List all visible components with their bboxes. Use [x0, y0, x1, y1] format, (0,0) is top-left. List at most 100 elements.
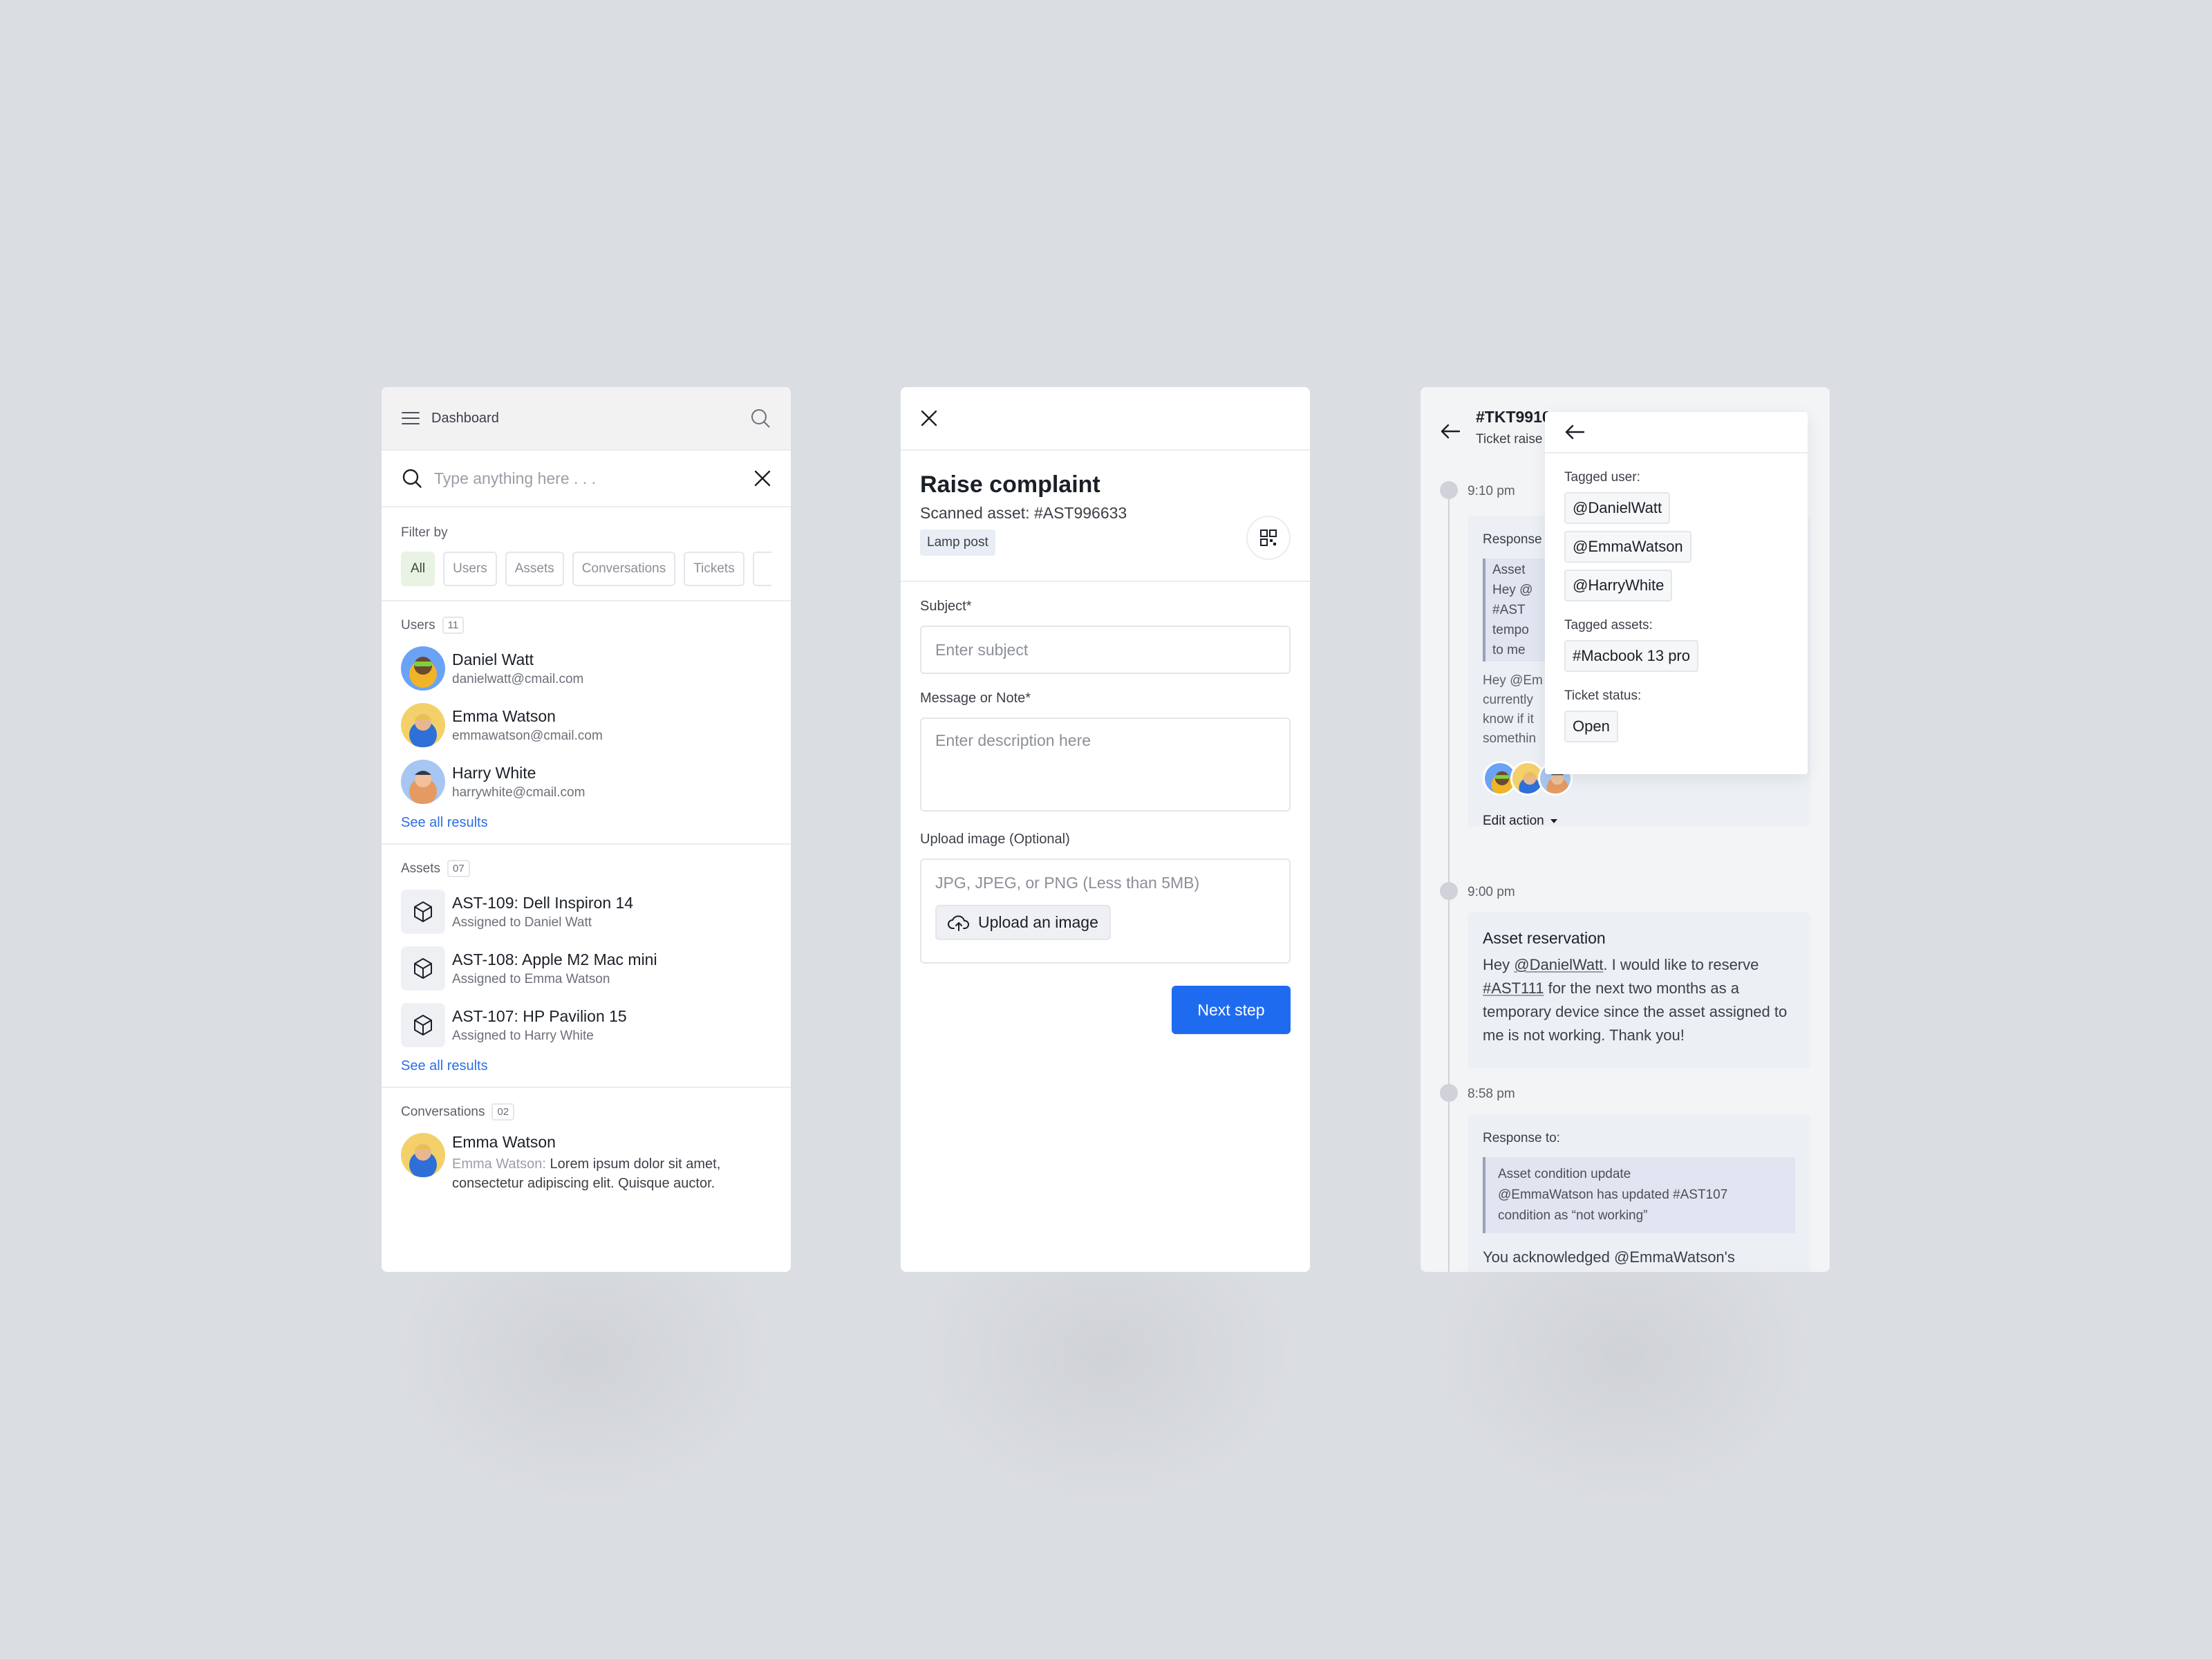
- menu-icon[interactable]: [401, 411, 420, 426]
- user-mention-link[interactable]: @DanielWatt: [1514, 956, 1603, 973]
- quote-line: Hey @: [1492, 583, 1533, 597]
- timeline-dot: [1440, 1084, 1458, 1102]
- quote-title: Asset condition update: [1498, 1167, 1631, 1181]
- timeline-dot: [1440, 481, 1458, 499]
- response-label: Response to:: [1483, 1131, 1560, 1145]
- search-input[interactable]: [434, 469, 753, 488]
- avatar: [401, 646, 445, 691]
- conversations-count-badge: 02: [491, 1103, 515, 1121]
- quote-line: tempo: [1492, 623, 1529, 637]
- event-card: Response to: Asset condition update @Emm…: [1468, 1114, 1810, 1272]
- upload-label: Upload image (Optional): [920, 832, 1070, 847]
- filter-chip-tickets[interactable]: Tickets: [684, 552, 744, 586]
- avatar: [401, 1133, 445, 1177]
- see-all-users-link[interactable]: See all results: [401, 815, 771, 831]
- see-all-assets-link[interactable]: See all results: [401, 1058, 771, 1074]
- filter-chip-conversations[interactable]: Conversations: [572, 552, 676, 586]
- conversation-sender: Emma Watson:: [452, 1156, 546, 1172]
- asset-name: AST-107: HP Pavilion 15: [452, 1006, 627, 1025]
- event-card: Asset reservation Hey @DanielWatt. I wou…: [1468, 912, 1810, 1069]
- asset-assignee: Assigned to Harry White: [452, 1028, 594, 1043]
- filter-chip-overflow[interactable]: [752, 552, 771, 586]
- conversation-preview: Emma Watson: Lorem ipsum dolor sit amet,…: [452, 1154, 771, 1193]
- asset-list-item[interactable]: AST-109: Dell Inspiron 14 Assigned to Da…: [401, 890, 771, 934]
- upload-button-label: Upload an image: [978, 913, 1098, 931]
- next-step-button[interactable]: Next step: [1172, 986, 1291, 1034]
- status-badge[interactable]: Open: [1564, 711, 1618, 742]
- quoted-message: Asset condition update @EmmaWatson has u…: [1483, 1157, 1795, 1233]
- ticket-panel: #TKT9910 Ticket raise 9:10 pm Response A…: [1421, 387, 1830, 1272]
- asset-mention-link[interactable]: #AST111: [1483, 980, 1544, 997]
- asset-assignee: Assigned to Daniel Watt: [452, 915, 592, 930]
- filter-chip-assets[interactable]: Assets: [505, 552, 564, 586]
- close-icon[interactable]: [753, 469, 771, 487]
- filter-chip-users[interactable]: Users: [443, 552, 497, 586]
- user-email: danielwatt@cmail.com: [452, 671, 584, 686]
- message-textarea[interactable]: [920, 718, 1291, 812]
- subject-label: Subject*: [920, 599, 972, 614]
- filter-chips: All Users Assets Conversations Tickets: [401, 552, 771, 586]
- text-part: Hey: [1483, 956, 1515, 973]
- box-icon: [401, 890, 445, 934]
- back-arrow-icon[interactable]: [1564, 424, 1585, 440]
- close-icon[interactable]: [920, 409, 938, 427]
- quote-line: Asset: [1492, 563, 1526, 577]
- asset-list-item[interactable]: AST-107: HP Pavilion 15 Assigned to Harr…: [401, 1003, 771, 1047]
- quote-line: #AST: [1492, 603, 1526, 617]
- search-bar: [382, 451, 791, 507]
- tagged-user-chip[interactable]: @DanielWatt: [1564, 492, 1671, 524]
- upload-image-button[interactable]: Upload an image: [935, 905, 1111, 940]
- conversation-list-item[interactable]: Emma Watson Emma Watson: Lorem ipsum dol…: [401, 1133, 771, 1193]
- scanned-asset-label: Scanned asset: #AST996633: [920, 504, 1127, 522]
- text-part: . I would like to reserve: [1603, 956, 1759, 973]
- edit-action-dropdown[interactable]: Edit action: [1483, 814, 1795, 829]
- assets-section-label: Assets: [401, 861, 441, 876]
- event-time: 9:10 pm: [1468, 484, 1515, 498]
- assets-section: Assets 07 AST-109: Dell Inspiron 14 Assi…: [382, 845, 791, 1088]
- event-time: 9:00 pm: [1468, 885, 1515, 899]
- complaint-panel-topbar: [901, 387, 1310, 451]
- search-panel: Dashboard Filter by All Users Assets Con…: [382, 387, 791, 1272]
- conversations-section-label: Conversations: [401, 1104, 485, 1119]
- filter-section: Filter by All Users Assets Conversations…: [382, 507, 791, 601]
- cloud-upload-icon: [948, 915, 969, 931]
- tagged-assets-label: Tagged assets:: [1564, 618, 1653, 632]
- qr-code-icon: [1260, 529, 1277, 546]
- tagged-user-chip[interactable]: @HarryWhite: [1564, 570, 1673, 601]
- header-title: Dashboard: [431, 410, 499, 426]
- user-list-item[interactable]: Daniel Watt danielwatt@cmail.com: [401, 646, 771, 691]
- page-title: Raise complaint: [920, 471, 1100, 498]
- asset-name: AST-109: Dell Inspiron 14: [452, 893, 634, 912]
- users-count-badge: 11: [442, 617, 465, 634]
- caret-down-icon: [1550, 819, 1557, 823]
- tagged-asset-chip[interactable]: #Macbook 13 pro: [1564, 640, 1698, 672]
- asset-list-item[interactable]: AST-108: Apple M2 Mac mini Assigned to E…: [401, 946, 771, 991]
- assets-count-badge: 07: [447, 860, 470, 877]
- box-icon: [401, 1003, 445, 1047]
- timeline-line: [1448, 491, 1450, 1272]
- event-time: 8:58 pm: [1468, 1087, 1515, 1101]
- user-email: harrywhite@cmail.com: [452, 785, 585, 800]
- search-panel-header: Dashboard: [382, 387, 791, 451]
- user-email: emmawatson@cmail.com: [452, 728, 603, 743]
- user-name: Harry White: [452, 763, 536, 782]
- qr-scan-button[interactable]: [1246, 516, 1291, 560]
- back-arrow-icon[interactable]: [1440, 423, 1461, 440]
- user-list-item[interactable]: Emma Watson emmawatson@cmail.com: [401, 703, 771, 747]
- ticket-status-label: Ticket status:: [1564, 688, 1642, 703]
- filter-chip-all[interactable]: All: [401, 552, 435, 586]
- search-icon[interactable]: [749, 407, 771, 429]
- conversation-name: Emma Watson: [452, 1133, 556, 1151]
- filter-label: Filter by: [401, 525, 448, 540]
- quoted-message: Asset Hey @ #AST tempo to me: [1483, 559, 1545, 662]
- subject-input[interactable]: [920, 626, 1291, 674]
- tagged-user-chip[interactable]: @EmmaWatson: [1564, 531, 1691, 563]
- complaint-panel: Raise complaint Scanned asset: #AST99663…: [901, 387, 1310, 1272]
- asset-name: AST-108: Apple M2 Mac mini: [452, 950, 657, 968]
- upload-dropzone[interactable]: JPG, JPEG, or PNG (Less than 5MB) Upload…: [920, 859, 1291, 964]
- ticket-id: #TKT9910: [1476, 408, 1551, 426]
- conversations-section: Conversations 02 Emma Watson Emma Watson…: [382, 1088, 791, 1206]
- user-list-item[interactable]: Harry White harrywhite@cmail.com: [401, 760, 771, 804]
- event-title: Asset reservation: [1483, 929, 1606, 947]
- tagged-users-label: Tagged user:: [1564, 470, 1640, 485]
